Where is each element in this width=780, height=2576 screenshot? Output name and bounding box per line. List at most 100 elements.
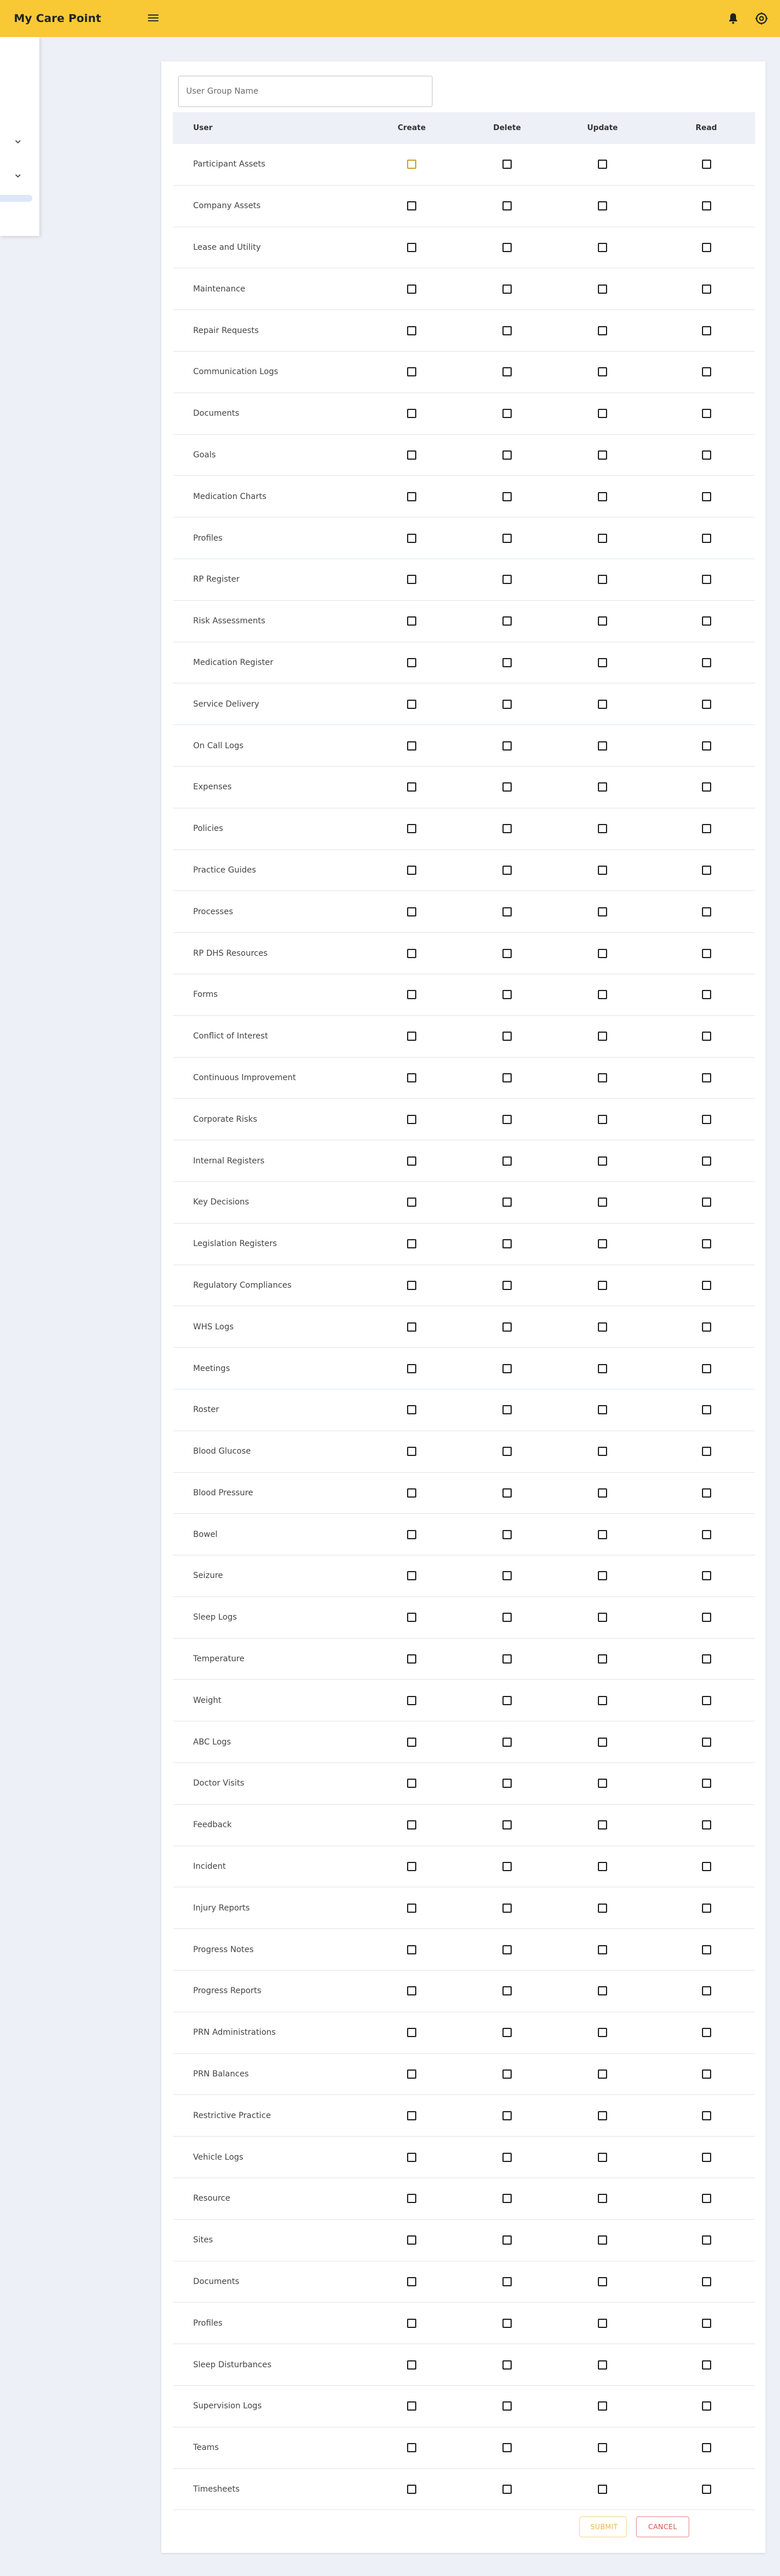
delete-checkbox[interactable] [502,741,512,751]
create-checkbox[interactable] [407,2235,416,2245]
update-checkbox[interactable] [598,242,607,252]
cancel-button[interactable]: CANCEL [636,2516,689,2537]
read-checkbox[interactable] [701,1239,711,1249]
read-checkbox[interactable] [701,1114,711,1124]
delete-checkbox[interactable] [502,2152,512,2162]
read-checkbox[interactable] [701,450,711,460]
create-checkbox[interactable] [407,491,416,501]
create-checkbox[interactable] [407,1405,416,1415]
delete-checkbox[interactable] [502,1198,512,1207]
delete-checkbox[interactable] [502,1322,512,1332]
update-checkbox[interactable] [598,1156,607,1166]
delete-checkbox[interactable] [502,1073,512,1082]
read-checkbox[interactable] [701,1198,711,1207]
create-checkbox[interactable] [407,741,416,751]
delete-checkbox[interactable] [502,1737,512,1747]
read-checkbox[interactable] [701,242,711,252]
update-checkbox[interactable] [598,1405,607,1415]
delete-checkbox[interactable] [502,907,512,916]
delete-checkbox[interactable] [502,2028,512,2038]
read-checkbox[interactable] [701,575,711,585]
update-checkbox[interactable] [598,284,607,294]
create-checkbox[interactable] [407,2028,416,2038]
update-checkbox[interactable] [598,409,607,419]
read-checkbox[interactable] [701,1363,711,1373]
delete-checkbox[interactable] [502,1613,512,1623]
update-checkbox[interactable] [598,1280,607,1290]
update-checkbox[interactable] [598,1695,607,1705]
update-checkbox[interactable] [598,2028,607,2038]
create-checkbox[interactable] [407,1571,416,1581]
read-checkbox[interactable] [701,491,711,501]
update-checkbox[interactable] [598,2152,607,2162]
delete-checkbox[interactable] [502,1862,512,1872]
create-checkbox[interactable] [407,1862,416,1872]
read-checkbox[interactable] [701,2069,711,2079]
read-checkbox[interactable] [701,2443,711,2453]
update-checkbox[interactable] [598,201,607,211]
create-checkbox[interactable] [407,1613,416,1623]
delete-checkbox[interactable] [502,1405,512,1415]
update-checkbox[interactable] [598,1239,607,1249]
read-checkbox[interactable] [701,1488,711,1498]
update-checkbox[interactable] [598,2318,607,2328]
update-checkbox[interactable] [598,1737,607,1747]
delete-checkbox[interactable] [502,1571,512,1581]
update-checkbox[interactable] [598,2235,607,2245]
update-checkbox[interactable] [598,2277,607,2287]
delete-checkbox[interactable] [502,1156,512,1166]
update-checkbox[interactable] [598,2069,607,2079]
read-checkbox[interactable] [701,1322,711,1332]
update-checkbox[interactable] [598,2194,607,2204]
create-checkbox[interactable] [407,782,416,792]
create-checkbox[interactable] [407,657,416,667]
delete-checkbox[interactable] [502,616,512,626]
create-checkbox[interactable] [407,2194,416,2204]
update-checkbox[interactable] [598,1820,607,1830]
read-checkbox[interactable] [701,2277,711,2287]
read-checkbox[interactable] [701,284,711,294]
delete-checkbox[interactable] [502,1114,512,1124]
read-checkbox[interactable] [701,699,711,709]
create-checkbox[interactable] [407,1654,416,1664]
update-checkbox[interactable] [598,1032,607,1041]
update-checkbox[interactable] [598,533,607,543]
create-checkbox[interactable] [407,1695,416,1705]
create-checkbox[interactable] [407,1322,416,1332]
update-checkbox[interactable] [598,699,607,709]
delete-checkbox[interactable] [502,242,512,252]
delete-checkbox[interactable] [502,1529,512,1539]
create-checkbox[interactable] [407,1488,416,1498]
read-checkbox[interactable] [701,1529,711,1539]
read-checkbox[interactable] [701,1073,711,1082]
create-checkbox[interactable] [407,948,416,958]
create-checkbox[interactable] [407,2152,416,2162]
create-checkbox[interactable] [407,907,416,916]
create-checkbox[interactable] [407,824,416,834]
update-checkbox[interactable] [598,160,607,169]
create-checkbox[interactable] [407,2485,416,2494]
delete-checkbox[interactable] [502,2277,512,2287]
update-checkbox[interactable] [598,907,607,916]
read-checkbox[interactable] [701,1945,711,1954]
read-checkbox[interactable] [701,1571,711,1581]
read-checkbox[interactable] [701,201,711,211]
create-checkbox[interactable] [407,1903,416,1913]
delete-checkbox[interactable] [502,533,512,543]
delete-checkbox[interactable] [502,2360,512,2370]
delete-checkbox[interactable] [502,699,512,709]
update-checkbox[interactable] [598,2485,607,2494]
delete-checkbox[interactable] [502,1986,512,1996]
read-checkbox[interactable] [701,1613,711,1623]
update-checkbox[interactable] [598,1363,607,1373]
read-checkbox[interactable] [701,657,711,667]
create-checkbox[interactable] [407,1280,416,1290]
read-checkbox[interactable] [701,2235,711,2245]
create-checkbox[interactable] [407,2069,416,2079]
delete-checkbox[interactable] [502,1654,512,1664]
update-checkbox[interactable] [598,367,607,377]
update-checkbox[interactable] [598,616,607,626]
update-checkbox[interactable] [598,1903,607,1913]
delete-checkbox[interactable] [502,201,512,211]
read-checkbox[interactable] [701,1820,711,1830]
